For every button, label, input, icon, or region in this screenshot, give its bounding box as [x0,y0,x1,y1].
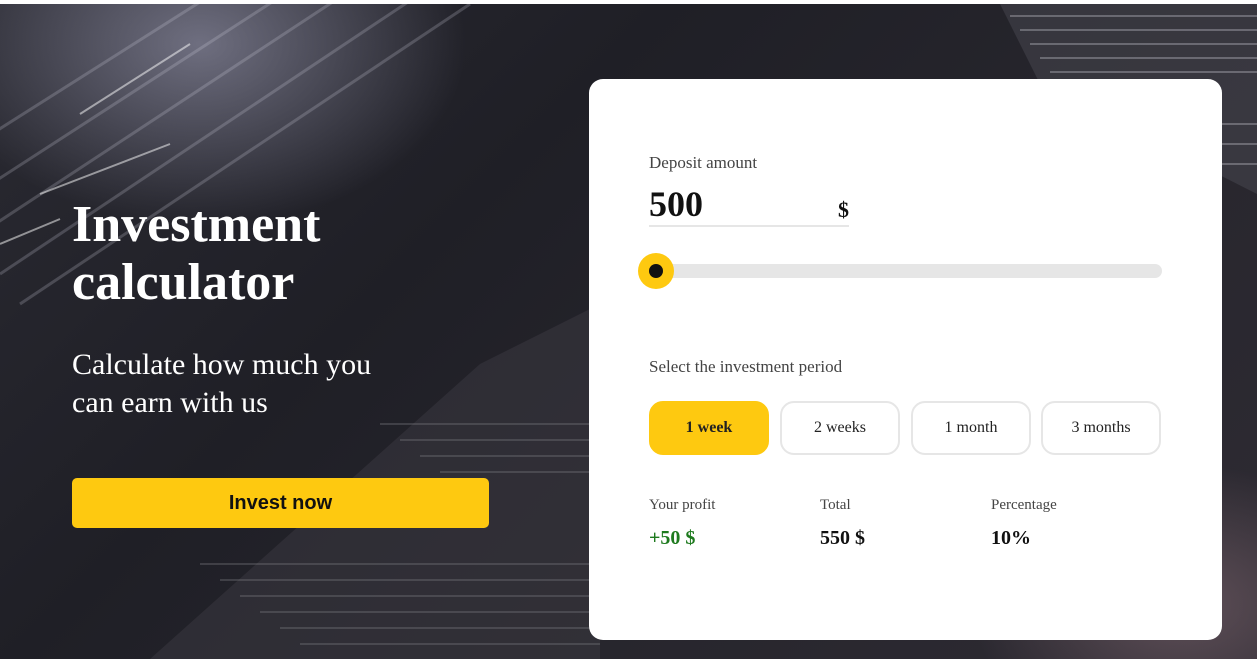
deposit-amount-label: Deposit amount [649,153,758,172]
profit-value: +50 $ [649,527,696,549]
total-label: Total [820,497,851,513]
currency-symbol: $ [838,197,849,222]
period-3-months-button[interactable]: 3 months [1041,401,1161,455]
hero-subtitle: Calculate how much you can earn with us [72,348,372,419]
deposit-amount-input[interactable] [649,185,819,223]
calculator-card: Deposit amount $ Select the investment p… [589,79,1222,640]
slider-thumb-dot [649,264,663,278]
total-value: 550 $ [820,527,865,549]
percentage-value: 10% [991,527,1031,549]
deposit-slider-thumb[interactable] [638,253,674,289]
period-2-weeks-button[interactable]: 2 weeks [780,401,900,455]
hero-section: Investment calculator Calculate how much… [0,4,1257,659]
deposit-slider-track[interactable] [649,264,1162,278]
deposit-amount-field: $ [649,185,849,227]
profit-label: Your profit [649,497,716,513]
percentage-label: Percentage [991,497,1057,513]
invest-now-button[interactable]: Invest now [72,478,489,528]
period-1-month-button[interactable]: 1 month [911,401,1031,455]
period-1-week-button[interactable]: 1 week [649,401,769,455]
investment-period-label: Select the investment period [649,357,843,376]
hero-title: Investment calculator [72,196,321,311]
